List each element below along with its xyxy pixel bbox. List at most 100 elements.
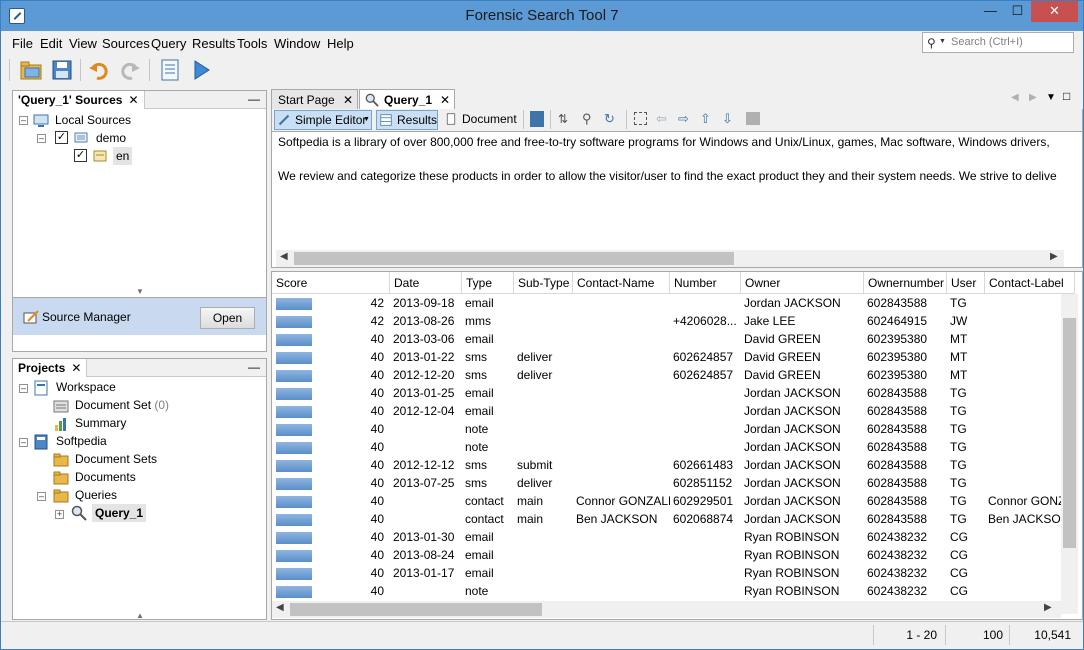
tree-workspace[interactable]: Workspace xyxy=(56,378,116,396)
table-row[interactable]: 40 2013-01-25 email Jordan JACKSON 602843588… xyxy=(272,384,1062,402)
collapse-icon[interactable]: – xyxy=(19,438,28,447)
minimize-button[interactable]: — xyxy=(977,1,1004,22)
results-button[interactable]: Results xyxy=(376,110,438,130)
open-folder-icon[interactable] xyxy=(19,58,43,82)
tab-projects[interactable]: Projects ✕ xyxy=(13,359,88,377)
table-row[interactable]: 40 2012-12-20 sms deliver 602624857 David GRE… xyxy=(272,366,1062,384)
previous-icon[interactable]: ⇦ xyxy=(656,111,667,127)
maximize-button[interactable]: ☐ xyxy=(1004,1,1031,22)
column-header[interactable]: Contact-Label xyxy=(985,272,1075,294)
document-button[interactable]: Document xyxy=(442,110,517,130)
tree-documents[interactable]: Documents xyxy=(75,468,136,486)
tree-en[interactable]: en xyxy=(113,147,133,165)
table-row[interactable]: 40 note Jordan JACKSON 602843588 TG xyxy=(272,420,1062,438)
splitter-handle[interactable]: ▲ xyxy=(136,611,144,620)
simple-editor-dropdown[interactable]: Simple Editor ▼ xyxy=(274,110,372,130)
redo-icon[interactable] xyxy=(118,58,142,82)
table-row[interactable]: 42 2013-08-26 mms +4206028... Jake LEE 602464… xyxy=(272,312,1062,330)
menu-query[interactable]: Query xyxy=(151,36,186,51)
menu-edit[interactable]: Edit xyxy=(40,36,62,51)
demo-checkbox[interactable]: ✓ xyxy=(55,131,68,144)
tab-start-page[interactable]: Start Page ✕ xyxy=(271,89,358,109)
column-header[interactable]: Date xyxy=(390,272,462,294)
column-header[interactable]: Sub-Type xyxy=(514,272,573,294)
title-bar[interactable]: Forensic Search Tool 7 — ☐ ✕ xyxy=(1,1,1083,31)
export-icon[interactable] xyxy=(530,111,544,127)
tree-demo[interactable]: demo xyxy=(96,129,126,147)
tree-summary[interactable]: Summary xyxy=(75,414,126,432)
scroll-left-icon[interactable]: ◀ xyxy=(276,602,284,613)
table-row[interactable]: 40 2013-01-22 sms deliver 602624857 David GRE… xyxy=(272,348,1062,366)
table-row[interactable]: 40 2013-01-17 email Ryan ROBINSON 602438232 C… xyxy=(272,564,1062,582)
table-row[interactable]: 42 2013-09-18 email Jordan JACKSON 602843588… xyxy=(272,294,1062,312)
menu-results[interactable]: Results xyxy=(192,36,235,51)
collapse-icon[interactable]: – xyxy=(19,384,28,393)
collapse-icon[interactable]: – xyxy=(37,492,46,501)
tab-list-icon[interactable]: ▼ xyxy=(1046,92,1056,103)
refresh-icon[interactable]: ↻ xyxy=(604,111,615,127)
results-horizontal-scrollbar[interactable]: ◀ ▶ xyxy=(272,601,1061,618)
tree-document-set[interactable]: Document Set (0) xyxy=(75,396,169,414)
search-input[interactable]: ⚲ ▼ Search (Ctrl+I) xyxy=(922,32,1074,53)
tab-query-sources[interactable]: 'Query_1' Sources ✕ xyxy=(13,91,145,109)
run-icon[interactable] xyxy=(189,58,213,82)
menu-tools[interactable]: Tools xyxy=(237,36,267,51)
scroll-right-icon[interactable]: ▶ xyxy=(1044,602,1052,613)
scroll-tabs-left-icon[interactable]: ◀ xyxy=(1011,92,1019,103)
scroll-thumb[interactable] xyxy=(294,252,734,265)
close-button[interactable]: ✕ xyxy=(1031,1,1078,22)
menu-help[interactable]: Help xyxy=(327,36,354,51)
document-list-icon[interactable] xyxy=(158,58,182,82)
open-button[interactable]: Open xyxy=(200,307,255,329)
en-checkbox[interactable]: ✓ xyxy=(74,149,87,162)
table-row[interactable]: 40 contact main Connor GONZALEZ602929501 Jor… xyxy=(272,492,1073,510)
menu-sources[interactable]: Sources xyxy=(102,36,150,51)
menu-file[interactable]: File xyxy=(12,36,33,51)
scroll-right-icon[interactable]: ▶ xyxy=(1050,251,1058,262)
table-row[interactable]: 40 2013-07-25 sms deliver 602851152 Jordan JA… xyxy=(272,474,1062,492)
close-icon[interactable]: ✕ xyxy=(343,93,353,107)
tree-local-sources[interactable]: Local Sources xyxy=(55,111,131,129)
table-row[interactable]: 40 2012-12-04 email Jordan JACKSON 602843588… xyxy=(272,402,1062,420)
select-area-icon[interactable] xyxy=(634,112,647,125)
tab-query-1[interactable]: Query_1 ✕ xyxy=(359,89,455,109)
up-icon[interactable]: ⇧ xyxy=(700,111,711,127)
column-header[interactable]: Owner xyxy=(741,272,864,294)
minimize-panel-button[interactable]: — xyxy=(248,360,260,374)
column-header[interactable]: Number xyxy=(670,272,741,294)
find-icon[interactable]: ⚲ xyxy=(582,111,592,127)
menu-view[interactable]: View xyxy=(69,36,97,51)
table-row[interactable]: 40 2013-03-06 email David GREEN 602395380 MT xyxy=(272,330,1062,348)
tree-query-1[interactable]: Query_1 xyxy=(92,504,147,522)
scroll-left-icon[interactable]: ◀ xyxy=(280,251,288,262)
scroll-thumb[interactable] xyxy=(290,603,542,616)
next-icon[interactable]: ⇨ xyxy=(678,111,689,127)
close-icon[interactable]: ✕ xyxy=(440,93,450,107)
maximize-editor-button[interactable]: □ xyxy=(1063,89,1070,103)
table-row[interactable]: 40 2013-08-24 email Ryan ROBINSON 602438232 C… xyxy=(272,546,1062,564)
column-header[interactable]: Score xyxy=(272,272,390,294)
chevron-down-icon[interactable]: ▼ xyxy=(939,38,946,45)
tree-softpedia[interactable]: Softpedia xyxy=(56,432,107,450)
table-row[interactable]: 40 2012-12-12 sms submit 602661483 Jordan JAC… xyxy=(272,456,1062,474)
minimize-panel-button[interactable]: — xyxy=(248,92,260,106)
save-icon[interactable] xyxy=(50,58,74,82)
search-icon[interactable]: ⚲ xyxy=(927,36,936,50)
column-header[interactable]: Ownernumber xyxy=(864,272,947,294)
sort-icon[interactable]: ⇅ xyxy=(558,112,568,126)
close-icon[interactable]: ✕ xyxy=(128,93,138,107)
expand-icon[interactable]: + xyxy=(55,510,64,519)
collapse-icon[interactable]: – xyxy=(19,116,28,125)
collapse-icon[interactable]: – xyxy=(37,134,46,143)
tree-document-sets[interactable]: Document Sets xyxy=(75,450,157,468)
scroll-tabs-right-icon[interactable]: ▶ xyxy=(1029,92,1037,103)
column-header[interactable]: Type xyxy=(462,272,514,294)
disabled-tool-icon[interactable] xyxy=(746,112,760,125)
table-row[interactable]: 40 contact main Ben JACKSON 602068874 Jordan … xyxy=(272,510,1069,528)
column-header[interactable]: Contact-Name xyxy=(573,272,670,294)
scroll-thumb[interactable] xyxy=(1063,318,1076,548)
splitter-handle[interactable]: ▼ xyxy=(136,287,144,296)
menu-window[interactable]: Window xyxy=(274,36,320,51)
table-row[interactable]: 40 2013-01-30 email Ryan ROBINSON 602438232 C… xyxy=(272,528,1062,546)
table-row[interactable]: 40 note Jordan JACKSON 602843588 TG xyxy=(272,438,1062,456)
